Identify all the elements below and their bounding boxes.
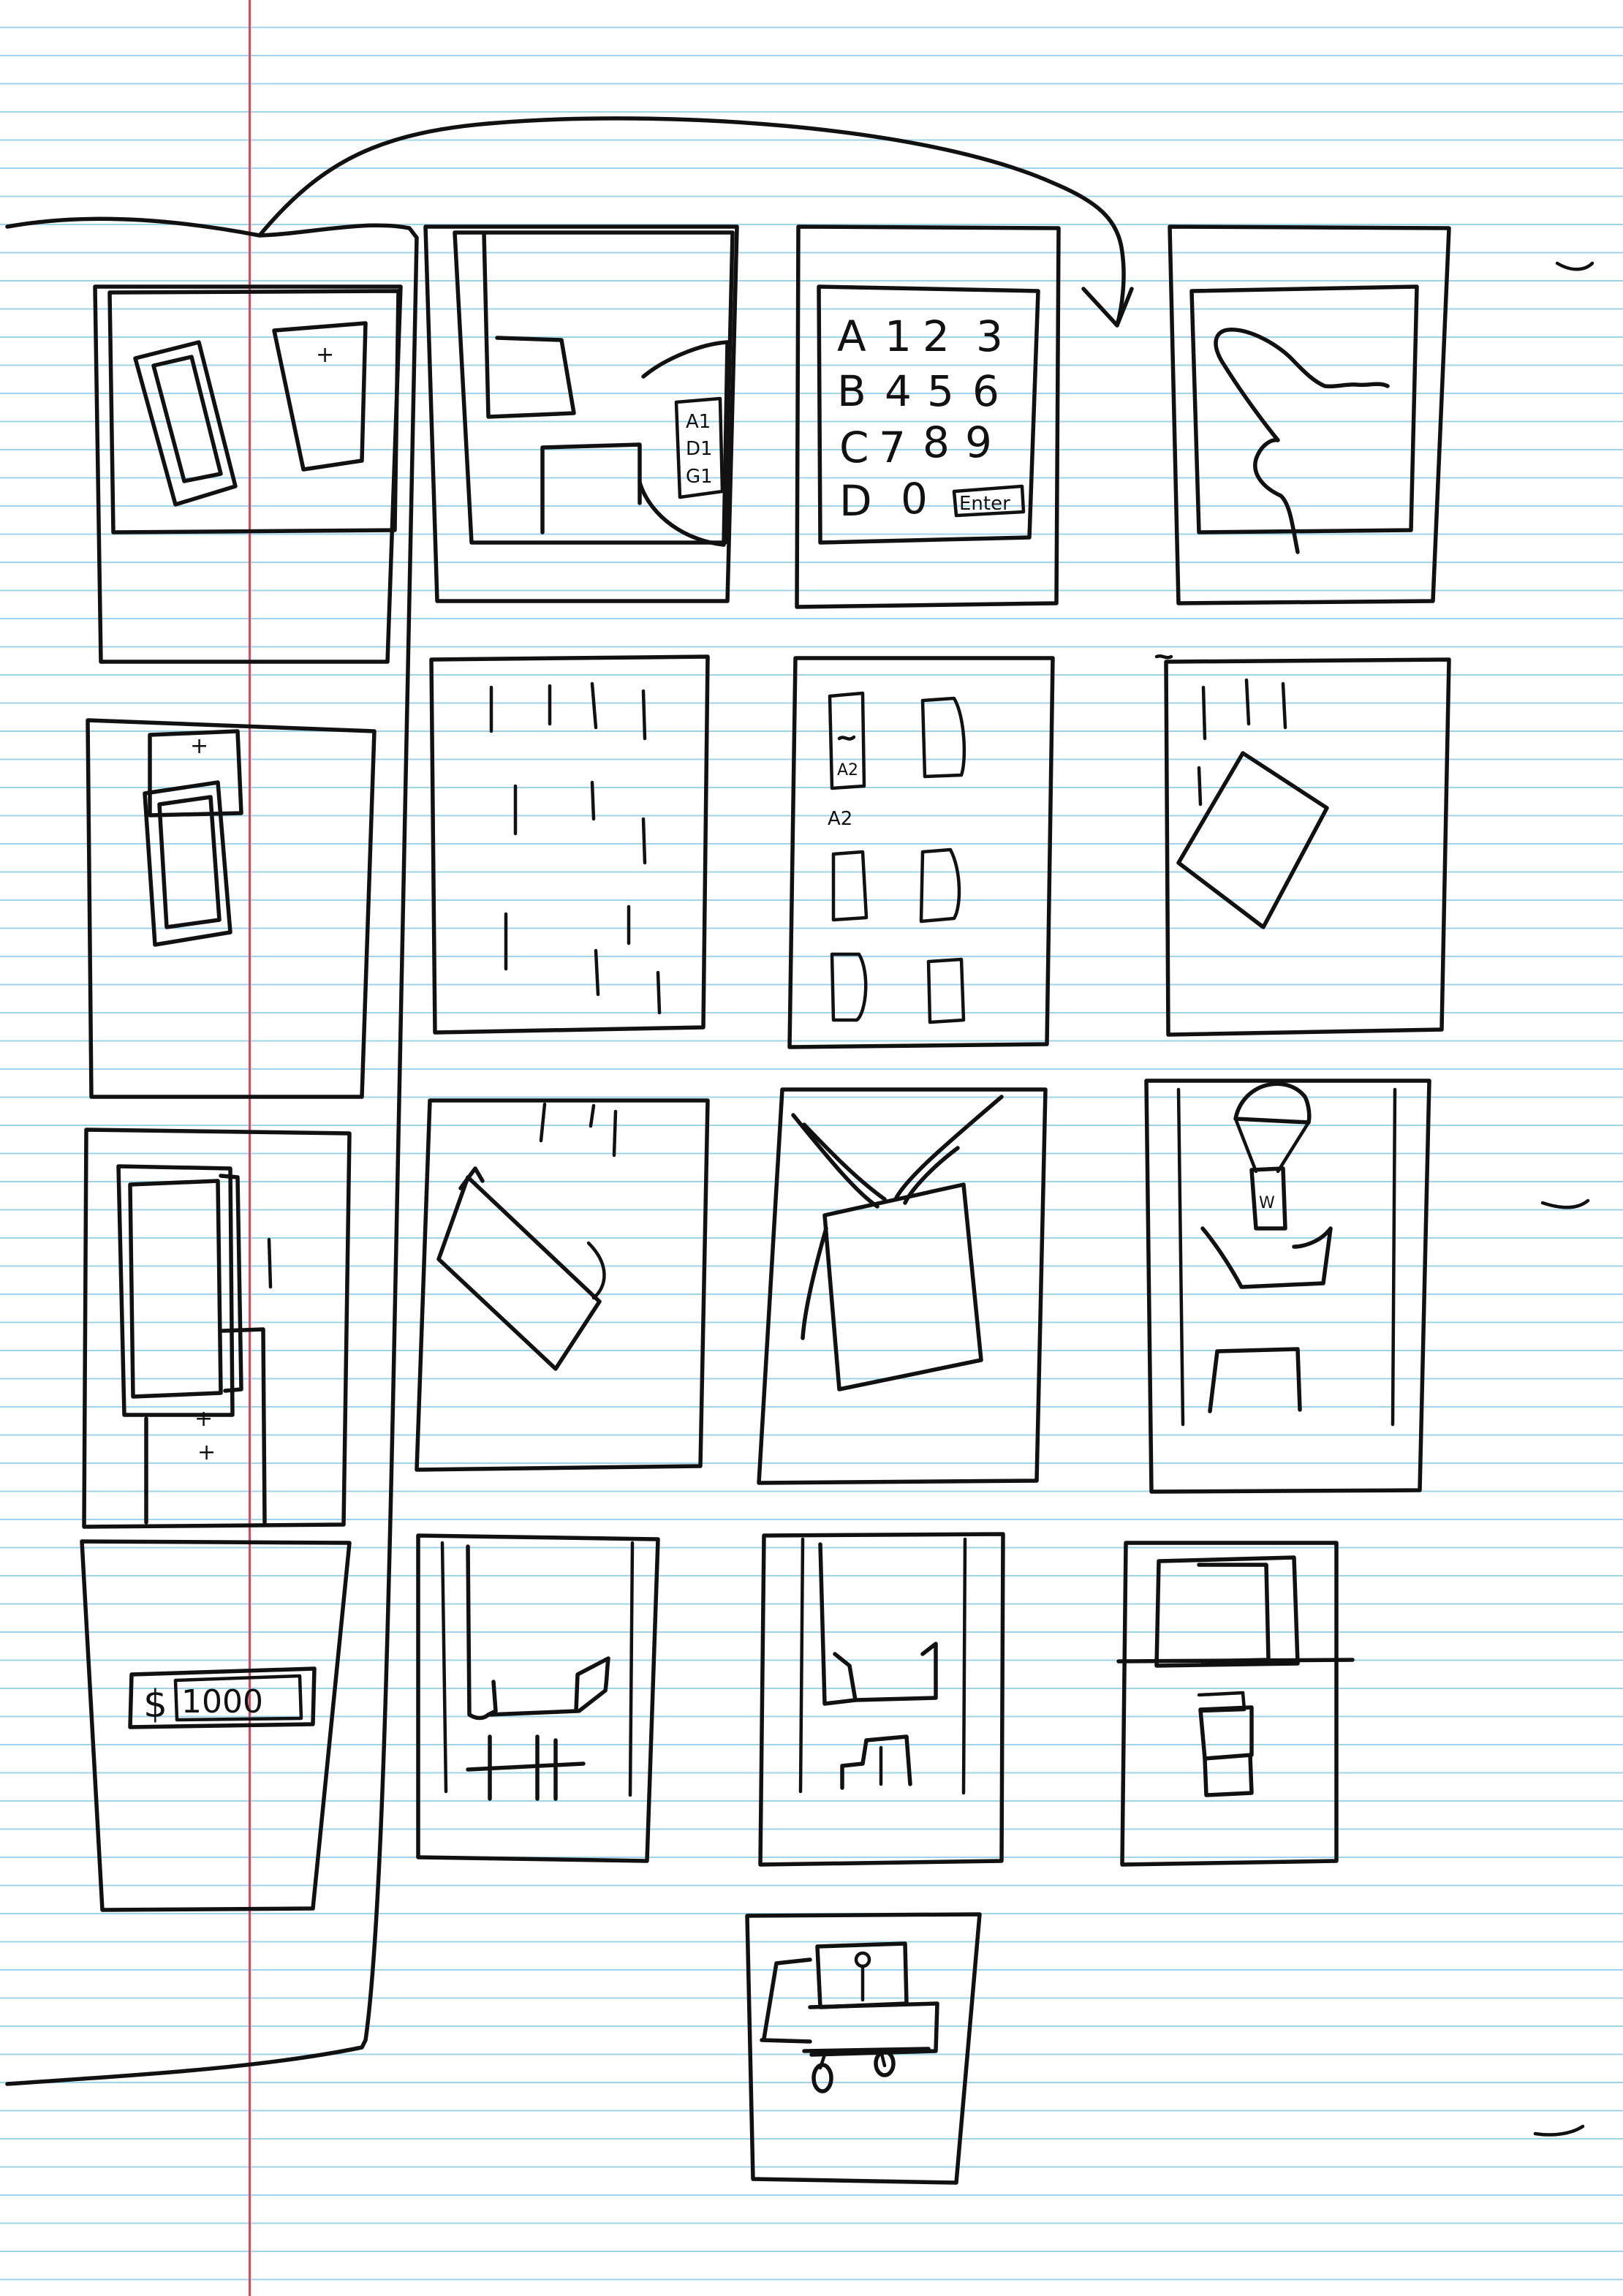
keypad-key: B	[837, 366, 866, 416]
side-list-item: A1	[686, 411, 711, 433]
keypad-key: 6	[972, 366, 999, 416]
margin-mark	[1533, 2124, 1585, 2137]
plus-mark: +	[190, 733, 208, 759]
plus-mark: +	[194, 1406, 213, 1432]
keypad-key: 3	[976, 311, 1003, 361]
side-list-item: D1	[686, 438, 713, 460]
keypad-key: 4	[885, 366, 912, 416]
frame-3-2	[415, 1098, 710, 1472]
keypad: A 1 2 3 B 4 5 6 C 7 8 9 D 0 Enter	[837, 311, 1010, 526]
keypad-key: 0	[901, 474, 928, 524]
money-amount: 1000	[181, 1683, 263, 1721]
frame-1-4	[1168, 224, 1451, 605]
keypad-key: 5	[927, 366, 954, 416]
group-bracket	[5, 216, 419, 2086]
plus-mark: +	[197, 1440, 216, 1465]
keypad-key: A	[837, 311, 866, 361]
frame-4-4	[1116, 1541, 1355, 1867]
item-label: A2	[828, 808, 852, 830]
frame-1-1	[93, 284, 403, 664]
keypad-key: 7	[879, 423, 906, 472]
frame-2-3	[787, 656, 1055, 1049]
crate-mark: W	[1259, 1194, 1275, 1212]
storyboard-sketch: A 1 2 3 B 4 5 6 C 7 8 9 D 0 Enter A1 D1 …	[5, 116, 1594, 2185]
margin-mark	[1540, 1198, 1590, 1209]
keypad-enter-label: Enter	[959, 493, 1010, 515]
keypad-key: C	[839, 423, 869, 472]
frame-3-4	[1144, 1079, 1431, 1494]
keypad-key: D	[839, 476, 872, 526]
keypad-key: 2	[923, 311, 950, 361]
side-list-item: G1	[686, 466, 713, 488]
frame-2-1	[86, 718, 377, 1099]
frame-3-3	[757, 1087, 1048, 1485]
keypad-key: 8	[923, 418, 950, 467]
margin-mark	[1555, 261, 1594, 271]
plus-mark: +	[316, 342, 334, 368]
frame-1-3	[795, 224, 1061, 609]
keypad-key: 1	[885, 311, 912, 361]
frame-5-1	[745, 1912, 982, 2185]
frame-4-2	[416, 1533, 660, 1863]
frame-4-3	[758, 1532, 1005, 1867]
transition-arrow	[257, 116, 1134, 328]
frame-2-4	[1154, 654, 1451, 1037]
keypad-key: 9	[965, 418, 992, 467]
item-label: A2	[837, 761, 858, 779]
frame-4-1	[80, 1539, 352, 1912]
frame-3-1	[82, 1128, 352, 1529]
money-symbol: $	[143, 1683, 167, 1726]
frame-2-2	[429, 654, 710, 1035]
